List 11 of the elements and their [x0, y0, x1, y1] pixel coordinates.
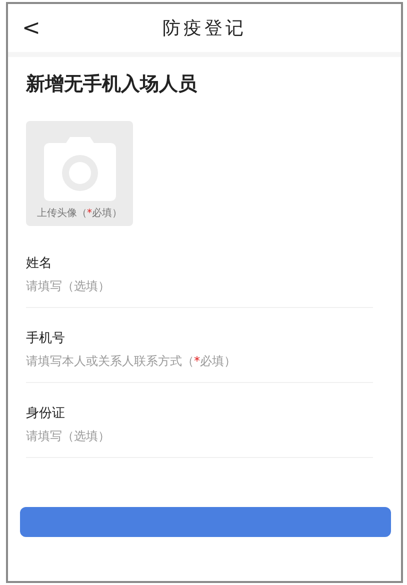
input-field[interactable]: 请填写（选填） — [26, 278, 373, 295]
form-heading: 新增无手机入场人员 — [26, 72, 198, 97]
field-label: 姓名 — [26, 255, 53, 272]
page-title: 防疫登记 — [162, 17, 246, 40]
input-field[interactable]: 请填写本人或关系人联系方式（*必填） — [26, 353, 373, 370]
avatar-upload[interactable]: 上传头像（*必填） — [26, 121, 133, 226]
input-field[interactable]: 请填写（选填） — [26, 428, 373, 445]
field-label: 身份证 — [26, 405, 66, 422]
submit-button[interactable] — [20, 507, 391, 537]
field-label: 手机号 — [26, 330, 66, 347]
back-button[interactable]: < — [22, 16, 40, 40]
